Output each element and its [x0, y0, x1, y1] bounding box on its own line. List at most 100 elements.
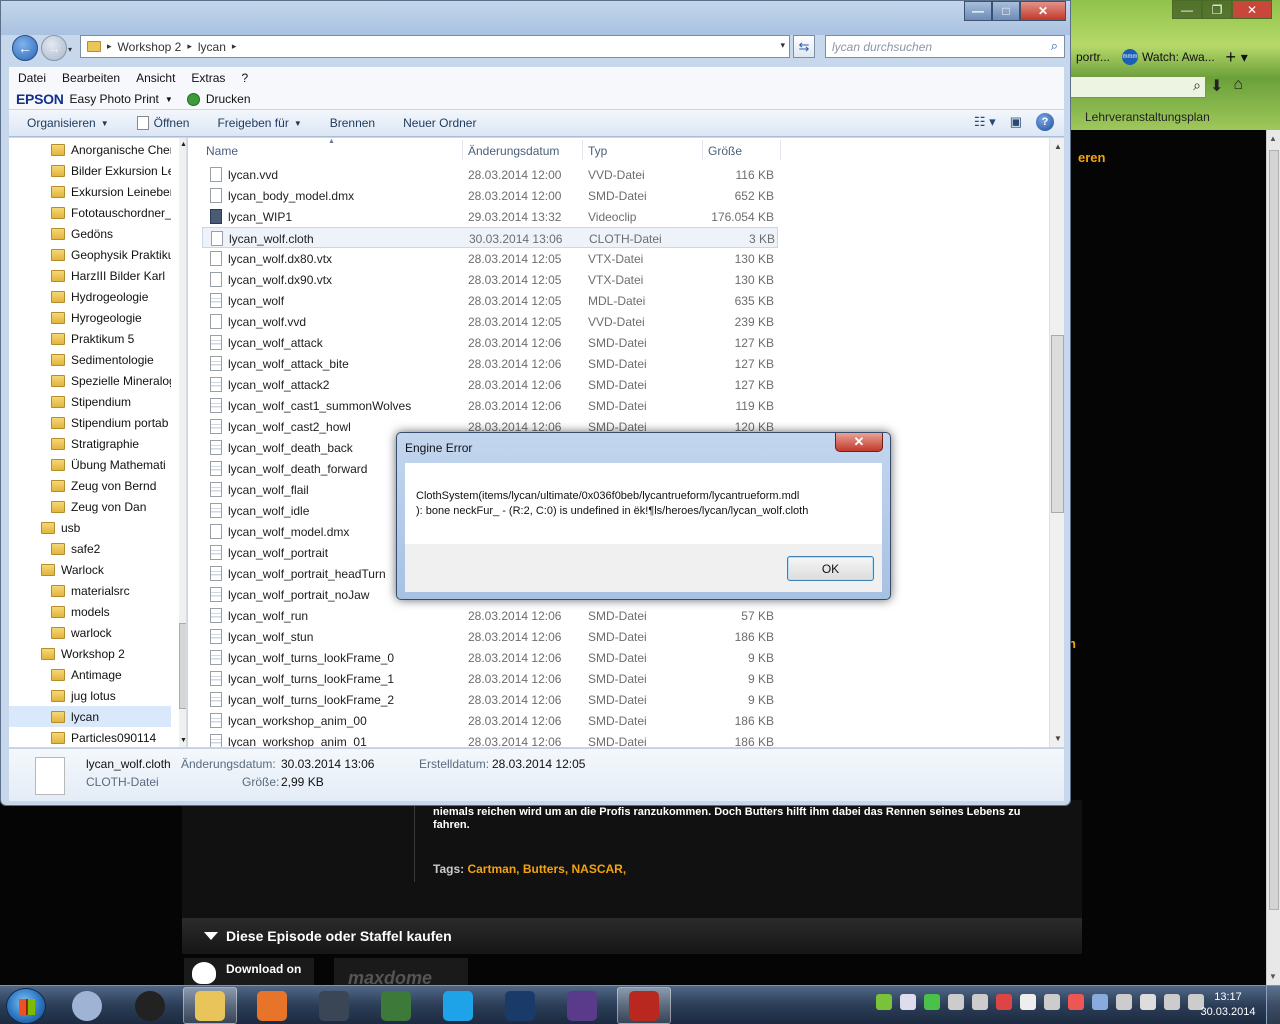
- browser-scrollbar[interactable]: ▲ ▼: [1266, 130, 1280, 985]
- breadcrumb-item[interactable]: lycan: [198, 40, 226, 54]
- browser-tab[interactable]: mmm Watch: Awa...: [1116, 45, 1221, 69]
- nav-item[interactable]: jug lotus: [9, 685, 171, 706]
- file-row[interactable]: lycan_workshop_anim_01 28.03.2014 12:06 SM…: [202, 731, 778, 747]
- nav-item[interactable]: warlock: [9, 622, 171, 643]
- nav-item[interactable]: Praktikum 5: [9, 328, 171, 349]
- tray-icon[interactable]: [1068, 994, 1084, 1010]
- new-tab-icon[interactable]: +: [1221, 47, 1241, 68]
- file-row[interactable]: lycan_wolf 28.03.2014 12:05 MDL-Datei 635 K…: [202, 290, 778, 311]
- file-row[interactable]: lycan_wolf_cast1_summonWolves 28.03.2014 …: [202, 395, 778, 416]
- taskbar-hlmv-button[interactable]: [493, 987, 547, 1024]
- tray-icon[interactable]: [996, 994, 1012, 1010]
- taskbar-skype-button[interactable]: [431, 987, 485, 1024]
- scroll-thumb[interactable]: [179, 623, 186, 709]
- taskbar-steelseries-button[interactable]: [123, 987, 177, 1024]
- nav-item[interactable]: Übung Mathemati: [9, 454, 171, 475]
- browser-tab[interactable]: portr...: [1070, 45, 1116, 69]
- tray-icon[interactable]: [1116, 994, 1132, 1010]
- nav-item[interactable]: Bilder Exkursion Lei: [9, 160, 171, 181]
- file-row[interactable]: lycan_body_model.dmx 28.03.2014 12:00 SMD-…: [202, 185, 778, 206]
- nav-item[interactable]: lycan: [9, 706, 171, 727]
- address-bar[interactable]: ▸ Workshop 2 ▸ lycan ▸ ▾: [80, 35, 790, 58]
- chevron-down-icon[interactable]: ▼: [165, 95, 173, 104]
- scroll-thumb[interactable]: [1269, 150, 1279, 910]
- chevron-right-icon[interactable]: ▸: [107, 41, 112, 52]
- nav-item[interactable]: Zeug von Dan: [9, 496, 171, 517]
- file-row[interactable]: lycan_WIP1 29.03.2014 13:32 Videoclip 176.0…: [202, 206, 778, 227]
- nav-item[interactable]: Stratigraphie: [9, 433, 171, 454]
- scroll-up-icon[interactable]: ▲: [1269, 134, 1277, 143]
- menu-item-help[interactable]: ?: [241, 71, 248, 85]
- chevron-right-icon[interactable]: ▸: [232, 41, 237, 52]
- download-icon[interactable]: ⬇: [1210, 76, 1223, 96]
- taskbar-feather-app-button[interactable]: [60, 987, 114, 1024]
- file-row[interactable]: lycan_wolf_attack2 28.03.2014 12:06 SMD-Da…: [202, 374, 778, 395]
- scroll-down-icon[interactable]: ▼: [1054, 734, 1062, 743]
- close-icon[interactable]: ✕: [1020, 1, 1066, 21]
- column-header-date[interactable]: Änderungsdatum: [468, 144, 559, 158]
- column-divider[interactable]: [582, 140, 583, 160]
- nav-item[interactable]: HarzIII Bilder Karl: [9, 265, 171, 286]
- column-header-size[interactable]: Größe: [708, 144, 742, 158]
- file-row[interactable]: lycan_workshop_anim_00 28.03.2014 12:06 SM…: [202, 710, 778, 731]
- menu-item-extras[interactable]: Extras: [191, 71, 225, 85]
- chevron-right-icon[interactable]: ▸: [187, 41, 192, 52]
- clock[interactable]: 13:17 30.03.2014: [1196, 990, 1260, 1020]
- scroll-down-icon[interactable]: ▼: [180, 737, 186, 744]
- tray-icon[interactable]: [972, 994, 988, 1010]
- nav-item[interactable]: models: [9, 601, 171, 622]
- nav-item[interactable]: Particles090114: [9, 727, 171, 747]
- tray-icon[interactable]: [1044, 994, 1060, 1010]
- bookmark-item[interactable]: Lehrveranstaltungsplan: [1085, 110, 1210, 124]
- scroll-up-icon[interactable]: ▲: [180, 141, 186, 148]
- nav-item[interactable]: Hydrogeologie: [9, 286, 171, 307]
- tray-icon[interactable]: [1092, 994, 1108, 1010]
- nav-item[interactable]: Hyrogeologie: [9, 307, 171, 328]
- file-row[interactable]: lycan_wolf_attack_bite 28.03.2014 12:06 SM…: [202, 353, 778, 374]
- file-row[interactable]: lycan_wolf_turns_lookFrame_2 28.03.2014 1…: [202, 689, 778, 710]
- taskbar-dota-button[interactable]: [617, 987, 671, 1024]
- minimize-icon[interactable]: —: [964, 1, 992, 21]
- nav-item[interactable]: materialsrc: [9, 580, 171, 601]
- taskbar-faceposer-button[interactable]: [555, 987, 609, 1024]
- tray-icon[interactable]: [948, 994, 964, 1010]
- nav-item[interactable]: Zeug von Bernd: [9, 475, 171, 496]
- file-row[interactable]: lycan_wolf_run 28.03.2014 12:06 SMD-Datei 5…: [202, 605, 778, 626]
- nav-item[interactable]: Anorganische Chen: [9, 139, 171, 160]
- menu-item-datei[interactable]: Datei: [18, 71, 46, 85]
- menu-item-bearbeiten[interactable]: Bearbeiten: [62, 71, 120, 85]
- forward-button[interactable]: →: [41, 35, 67, 61]
- nav-item[interactable]: Sedimentologie: [9, 349, 171, 370]
- itunes-button[interactable]: Download on: [184, 958, 314, 985]
- file-row[interactable]: lycan_wolf_turns_lookFrame_1 28.03.2014 1…: [202, 668, 778, 689]
- chevron-down-icon[interactable]: ▾: [780, 40, 785, 51]
- nav-item[interactable]: Stipendium: [9, 391, 171, 412]
- tray-icon[interactable]: [924, 994, 940, 1010]
- file-row[interactable]: lycan_wolf.cloth 30.03.2014 13:06 CLOTH-Da…: [202, 227, 778, 248]
- print-button[interactable]: Drucken: [206, 92, 251, 106]
- breadcrumb-item[interactable]: Workshop 2: [118, 40, 182, 54]
- taskbar-task-manager-button[interactable]: [369, 987, 423, 1024]
- file-row[interactable]: lycan_wolf_stun 28.03.2014 12:06 SMD-Datei…: [202, 626, 778, 647]
- minimize-icon[interactable]: —: [1172, 0, 1202, 19]
- tray-icon[interactable]: [1020, 994, 1036, 1010]
- file-row[interactable]: lycan_wolf.dx90.vtx 28.03.2014 12:05 VTX-D…: [202, 269, 778, 290]
- recent-pages-dropdown-icon[interactable]: ▾: [68, 45, 72, 54]
- tray-icon[interactable]: [900, 994, 916, 1010]
- scroll-up-icon[interactable]: ▲: [1054, 142, 1062, 151]
- column-divider[interactable]: [702, 140, 703, 160]
- file-row[interactable]: lycan_wolf_turns_lookFrame_0 28.03.2014 1…: [202, 647, 778, 668]
- tag-links[interactable]: Cartman, Butters, NASCAR,: [467, 862, 626, 876]
- new-folder-button[interactable]: Neuer Ordner: [403, 116, 476, 130]
- nav-item[interactable]: Warlock: [9, 559, 171, 580]
- column-divider[interactable]: [780, 140, 781, 160]
- file-row[interactable]: lycan_wolf.vvd 28.03.2014 12:05 VVD-Datei 2…: [202, 311, 778, 332]
- share-button[interactable]: Freigeben für ▼: [217, 116, 301, 130]
- column-header-name[interactable]: Name: [206, 144, 238, 158]
- nav-item[interactable]: Stipendium portab: [9, 412, 171, 433]
- nav-item[interactable]: usb: [9, 517, 171, 538]
- open-button[interactable]: Öffnen: [136, 116, 189, 130]
- column-header-type[interactable]: Typ: [588, 144, 607, 158]
- search-input[interactable]: lycan durchsuchen ⌕: [825, 35, 1065, 58]
- taskbar-firefox-button[interactable]: [245, 987, 299, 1024]
